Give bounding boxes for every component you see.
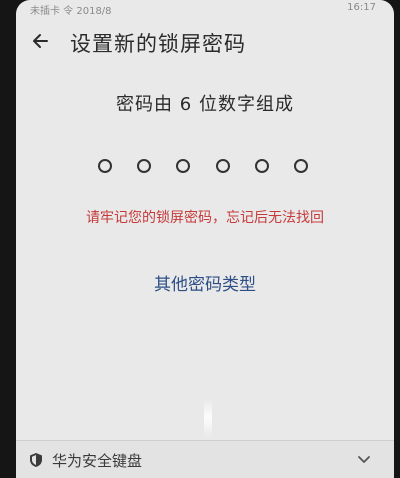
back-button[interactable] (30, 28, 52, 54)
shield-icon (30, 453, 42, 467)
secure-keyboard-bar: 华为安全键盘 (16, 440, 394, 478)
status-bar: 未插卡 令 2018/8 16:17 (16, 0, 394, 18)
phone-frame: 未插卡 令 2018/8 16:17 设置新的锁屏密码 密码由 6 位数字组成 … (0, 0, 400, 478)
pin-dot (293, 159, 308, 173)
status-left-text: 未插卡 令 2018/8 (30, 6, 112, 17)
keyboard-label: 华为安全键盘 (52, 452, 143, 470)
other-password-types-link[interactable]: 其他密码类型 (16, 270, 394, 295)
pin-instruction: 密码由 6 位数字组成 (116, 94, 294, 115)
warning-text: 请牢记您的锁屏密码，忘记后无法找回 (86, 210, 324, 226)
pin-dot (176, 159, 191, 173)
screen: 未插卡 令 2018/8 16:17 设置新的锁屏密码 密码由 6 位数字组成 … (16, 0, 394, 478)
chevron-down-icon[interactable] (356, 451, 372, 467)
page-title: 设置新的锁屏密码 (70, 32, 246, 56)
arrow-left-icon (33, 34, 48, 48)
pin-input-dots[interactable] (98, 159, 308, 175)
status-time: 16:17 (347, 2, 376, 13)
pin-dot (254, 159, 269, 173)
pin-dot (98, 159, 112, 173)
pin-dot (137, 159, 152, 173)
screen-glare (204, 398, 212, 438)
title-bar: 设置新的锁屏密码 (16, 26, 394, 58)
pin-dot (215, 159, 230, 173)
